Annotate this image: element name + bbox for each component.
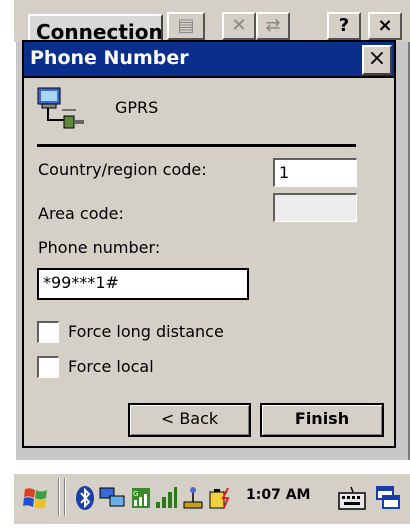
connection-name: GPRS <box>115 98 159 117</box>
taskbar-divider <box>64 478 66 516</box>
keyboard-icon[interactable] <box>337 484 367 512</box>
bluetooth-icon[interactable] <box>74 484 96 512</box>
back-button[interactable]: < Back <box>128 403 251 437</box>
help-button[interactable]: ? <box>327 12 361 40</box>
battery-icon[interactable] <box>206 484 234 512</box>
gprs-connection-icon <box>37 87 84 129</box>
taskbar-clock[interactable]: 1:07 AM <box>246 487 310 503</box>
phone-number-label: Phone number: <box>38 238 161 257</box>
start-icon[interactable] <box>22 484 50 512</box>
svg-text:G: G <box>133 490 138 498</box>
taskbar-divider <box>58 478 60 516</box>
usb-sync-icon[interactable] <box>180 484 206 512</box>
force-local-checkbox[interactable] <box>37 356 59 378</box>
dialog-close-button[interactable]: × <box>362 45 392 75</box>
window-switch-icon[interactable] <box>374 484 402 512</box>
force-local-label[interactable]: Force local <box>68 357 154 376</box>
phone-number-field[interactable]: *99***1# <box>37 268 249 300</box>
area-code-label: Area code: <box>38 204 124 223</box>
force-long-distance-label[interactable]: Force long distance <box>68 322 224 341</box>
properties-icon[interactable]: ▤ <box>167 12 205 40</box>
dialog-title: Phone Number <box>30 47 189 69</box>
country-code-field[interactable]: 1 <box>273 158 357 187</box>
signal-icon[interactable] <box>154 484 178 512</box>
gprs-signal-icon[interactable]: G <box>130 484 152 512</box>
finish-button[interactable]: Finish <box>260 403 384 437</box>
connect-icon[interactable]: ⇄ <box>256 12 290 40</box>
country-code-label: Country/region code: <box>38 160 207 179</box>
force-long-distance-checkbox[interactable] <box>37 321 59 343</box>
area-code-field[interactable] <box>273 193 357 222</box>
delete-icon[interactable]: ✕ <box>222 12 256 40</box>
network-icon[interactable] <box>98 484 128 512</box>
separator <box>37 144 356 147</box>
background-close-button[interactable]: × <box>368 12 402 40</box>
